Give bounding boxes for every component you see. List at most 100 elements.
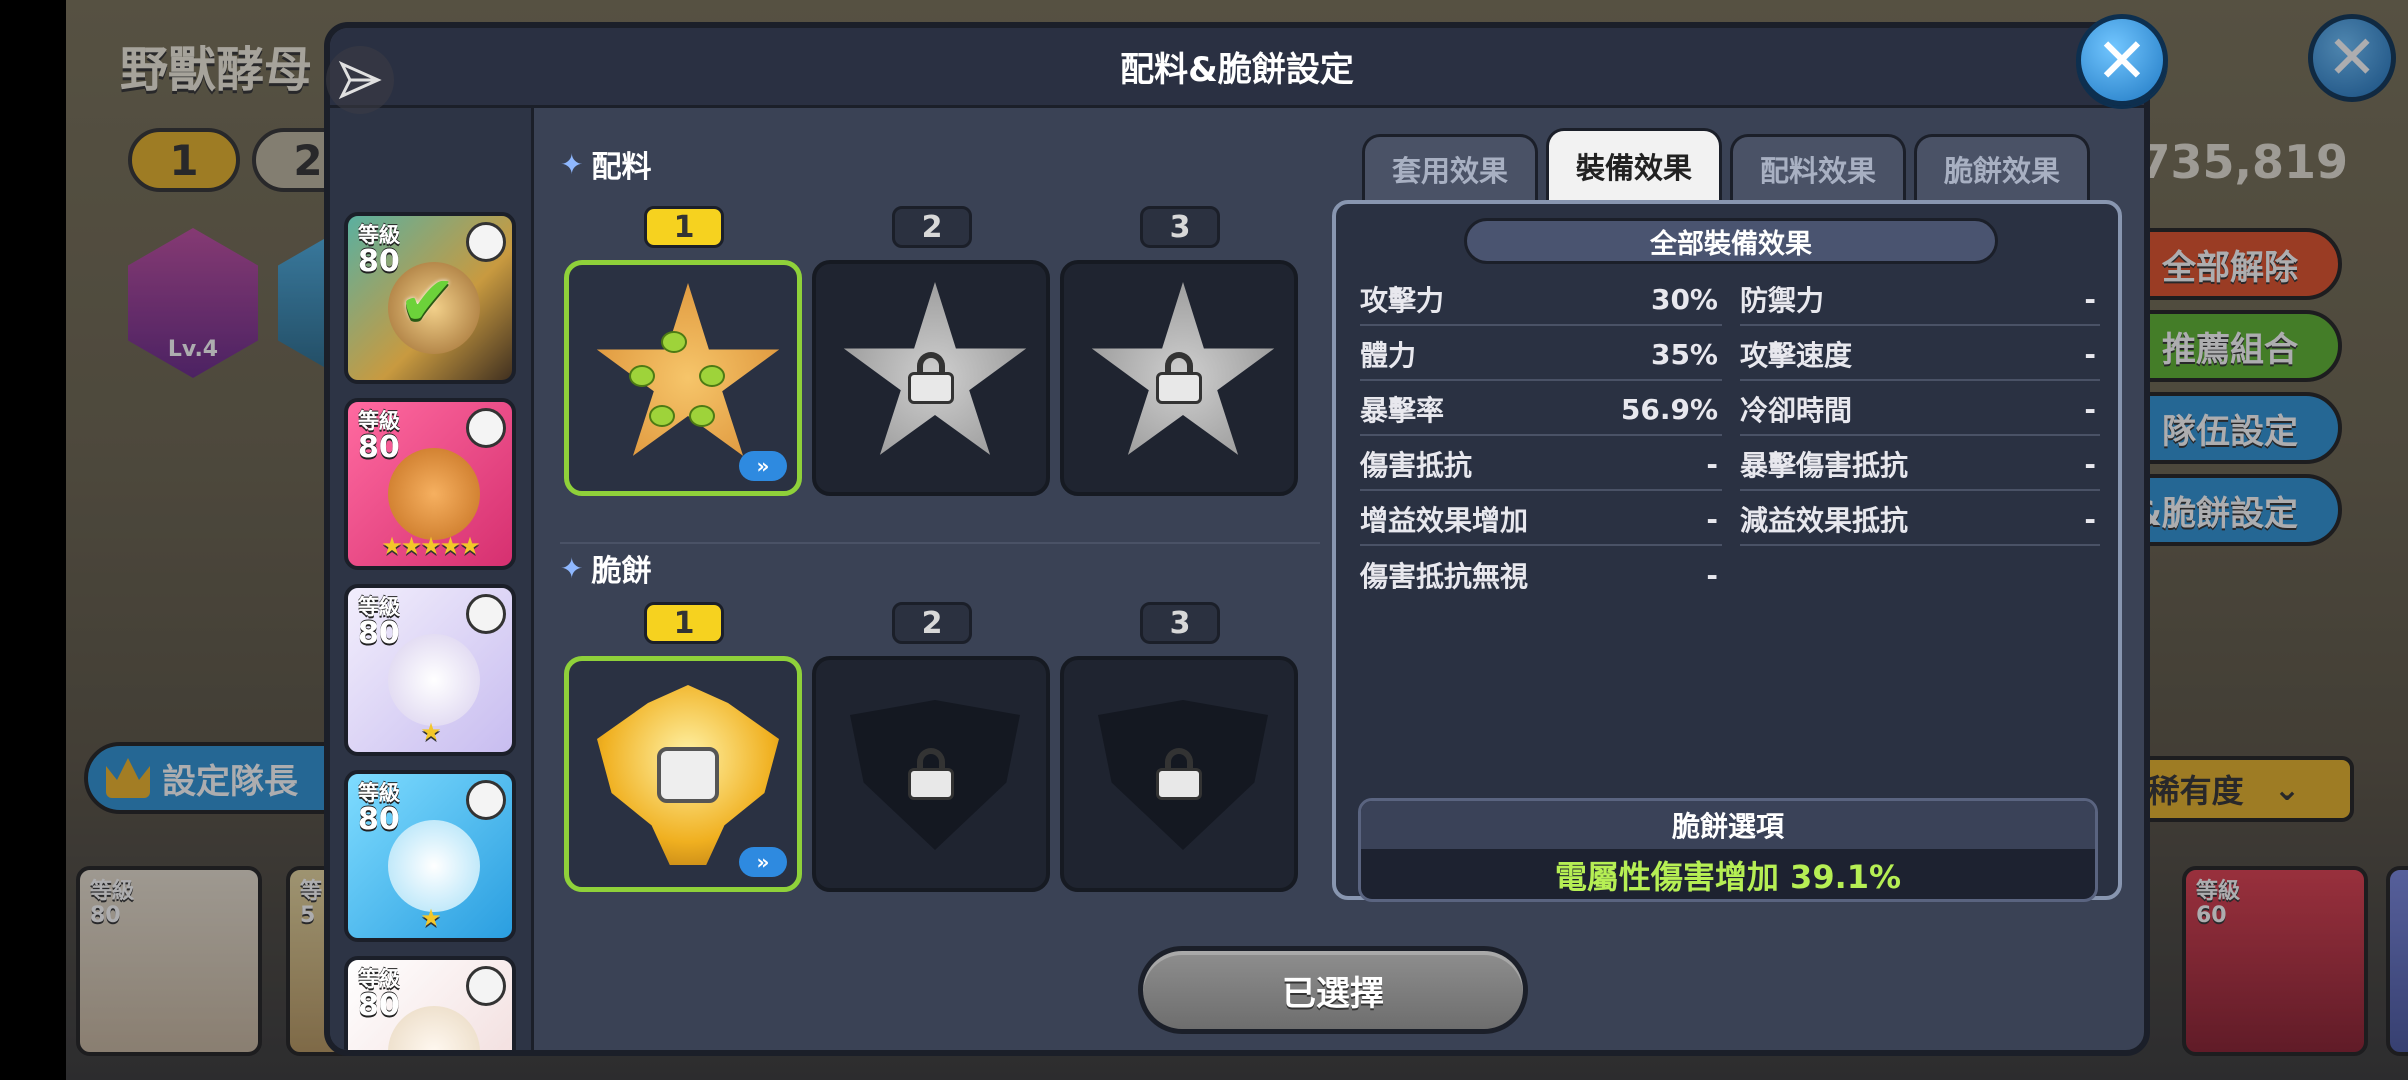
stat-value: -	[1706, 447, 1718, 481]
stat-value: 35%	[1650, 337, 1718, 371]
stat-name: 攻擊速度	[1740, 339, 1853, 372]
stat-value: -	[2084, 502, 2096, 536]
biscuit-emblem-icon	[597, 685, 779, 865]
double-chevron-right-icon[interactable]: »	[739, 451, 787, 481]
cookie-level-value: 80	[358, 988, 400, 1024]
biscuit-option-box: 脆餅選項 電屬性傷害增加 39.1%	[1358, 798, 2098, 902]
biscuit-slot-number: 1	[644, 602, 724, 644]
tab-applied-effects[interactable]: 套用效果	[1362, 134, 1538, 200]
stat-row: 增益效果增加 -	[1360, 494, 1722, 546]
topping-slot-number: 3	[1140, 206, 1220, 248]
biscuit-slot-1[interactable]: »	[564, 656, 802, 892]
toppings-section-label: ✦ 配料	[560, 142, 651, 186]
topping-gem	[689, 405, 715, 427]
stat-row: 傷害抵抗無視 -	[1360, 549, 1722, 601]
role-icon	[466, 222, 506, 262]
cookie-level: 等級 80	[358, 596, 400, 650]
send-icon[interactable]	[326, 46, 394, 114]
sidebar-cookie-card[interactable]: 等級 80	[344, 956, 516, 1050]
cookie-level: 等級 80	[358, 968, 400, 1022]
fist-icon	[657, 747, 719, 803]
topping-slot-3-locked[interactable]	[1060, 260, 1298, 496]
biscuit-slot-number: 2	[892, 602, 972, 644]
topping-gem	[629, 365, 655, 387]
sparkle-icon: ✦	[560, 551, 584, 585]
effects-panel: 全部裝備效果 攻擊力 30% 體力 35% 暴擊率 56.9% 傷害抵抗 - 增…	[1332, 200, 2122, 902]
modal-header: 配料&脆餅設定	[330, 28, 2144, 108]
stat-name: 體力	[1360, 339, 1417, 372]
stat-row: 傷害抵抗 -	[1360, 439, 1722, 491]
sidebar-cookie-card[interactable]: 等級 80 ★★★★★	[344, 398, 516, 570]
topping-slot-number: 2	[892, 206, 972, 248]
sidebar-cookie-card[interactable]: 等級 80 ★	[344, 584, 516, 756]
stat-row: 體力 35%	[1360, 329, 1722, 381]
tab-equipped-effects[interactable]: 裝備效果	[1546, 128, 1722, 200]
cookie-level: 等級 80	[358, 410, 400, 464]
star-rating: ★★★★★	[381, 532, 481, 560]
topping-icon	[596, 283, 780, 456]
selected-button[interactable]: 已選擇	[1138, 946, 1528, 1034]
sparkle-icon: ✦	[560, 147, 584, 181]
stat-name: 傷害抵抗	[1360, 449, 1473, 482]
modal-title: 配料&脆餅設定	[1120, 50, 1354, 90]
cookie-level: 等級 80	[358, 782, 400, 836]
stat-row: 攻擊速度 -	[1740, 329, 2100, 381]
cookie-level-value: 80	[358, 616, 400, 652]
modal-close-button[interactable]: ✕	[2076, 14, 2168, 106]
lock-icon	[1156, 748, 1202, 800]
role-icon	[466, 780, 506, 820]
stat-name: 減益效果抵抗	[1740, 504, 1909, 537]
cookie-level-value: 80	[358, 244, 400, 280]
stat-row: 冷卻時間 -	[1740, 384, 2100, 436]
stat-name: 防禦力	[1740, 284, 1825, 317]
biscuit-option-value: 電屬性傷害增加 39.1%	[1554, 858, 1902, 896]
star-rating: ★	[420, 904, 442, 932]
tab-topping-effects[interactable]: 配料效果	[1730, 134, 1906, 200]
stat-name: 攻擊力	[1360, 284, 1445, 317]
cookie-level: 等級 80	[358, 224, 400, 278]
topping-slot-1[interactable]: »	[564, 260, 802, 496]
stat-row: 減益效果抵抗 -	[1740, 494, 2100, 546]
topping-slot-2-locked[interactable]	[812, 260, 1050, 496]
section-divider	[560, 542, 1320, 544]
stat-value: -	[1706, 502, 1718, 536]
cookie-portrait	[388, 634, 480, 726]
stat-row: 攻擊力 30%	[1360, 274, 1722, 326]
cookie-portrait	[388, 448, 480, 540]
stat-name: 增益效果增加	[1360, 504, 1529, 537]
role-icon	[466, 408, 506, 448]
tab-biscuit-effects[interactable]: 脆餅效果	[1914, 134, 2090, 200]
biscuits-label: 脆餅	[591, 554, 652, 589]
role-icon	[466, 966, 506, 1006]
topping-gem	[699, 365, 725, 387]
toppings-label: 配料	[591, 150, 652, 185]
all-equip-effects-header: 全部裝備效果	[1464, 218, 1998, 264]
stat-value: 30%	[1650, 282, 1718, 316]
check-icon: ✔	[398, 260, 457, 342]
stat-row: 暴擊率 56.9%	[1360, 384, 1722, 436]
stat-value: 56.9%	[1620, 392, 1718, 426]
cookie-level-value: 80	[358, 802, 400, 838]
sidebar-cookie-card[interactable]: 等級 80 ★	[344, 770, 516, 942]
stat-name: 冷卻時間	[1740, 394, 1853, 427]
stat-name: 暴擊率	[1360, 394, 1445, 427]
stat-name: 傷害抵抗無視	[1360, 560, 1529, 593]
lock-icon	[908, 352, 954, 404]
stat-value: -	[1706, 558, 1718, 592]
biscuits-section-label: ✦ 脆餅	[560, 546, 651, 590]
sidebar-cookie-card[interactable]: 等級 80 ✔	[344, 212, 516, 384]
biscuit-slot-3-locked[interactable]	[1060, 656, 1298, 892]
stat-row: 防禦力 -	[1740, 274, 2100, 326]
topping-biscuit-modal: 配料&脆餅設定 等級 80 ✔ 等級 80 ★★★★★ 等級 80 ★ 等級 80 ★	[324, 22, 2150, 1056]
cookie-level-value: 80	[358, 430, 400, 466]
biscuit-slot-number: 3	[1140, 602, 1220, 644]
cookie-portrait	[388, 820, 480, 912]
double-chevron-right-icon[interactable]: »	[739, 847, 787, 877]
biscuit-option-title: 脆餅選項	[1361, 801, 2095, 849]
stat-value: -	[2084, 337, 2096, 371]
lock-icon	[1156, 352, 1202, 404]
stat-value: -	[2084, 447, 2096, 481]
biscuit-slot-2-locked[interactable]	[812, 656, 1050, 892]
stat-value: -	[2084, 282, 2096, 316]
topping-gem	[661, 331, 687, 353]
